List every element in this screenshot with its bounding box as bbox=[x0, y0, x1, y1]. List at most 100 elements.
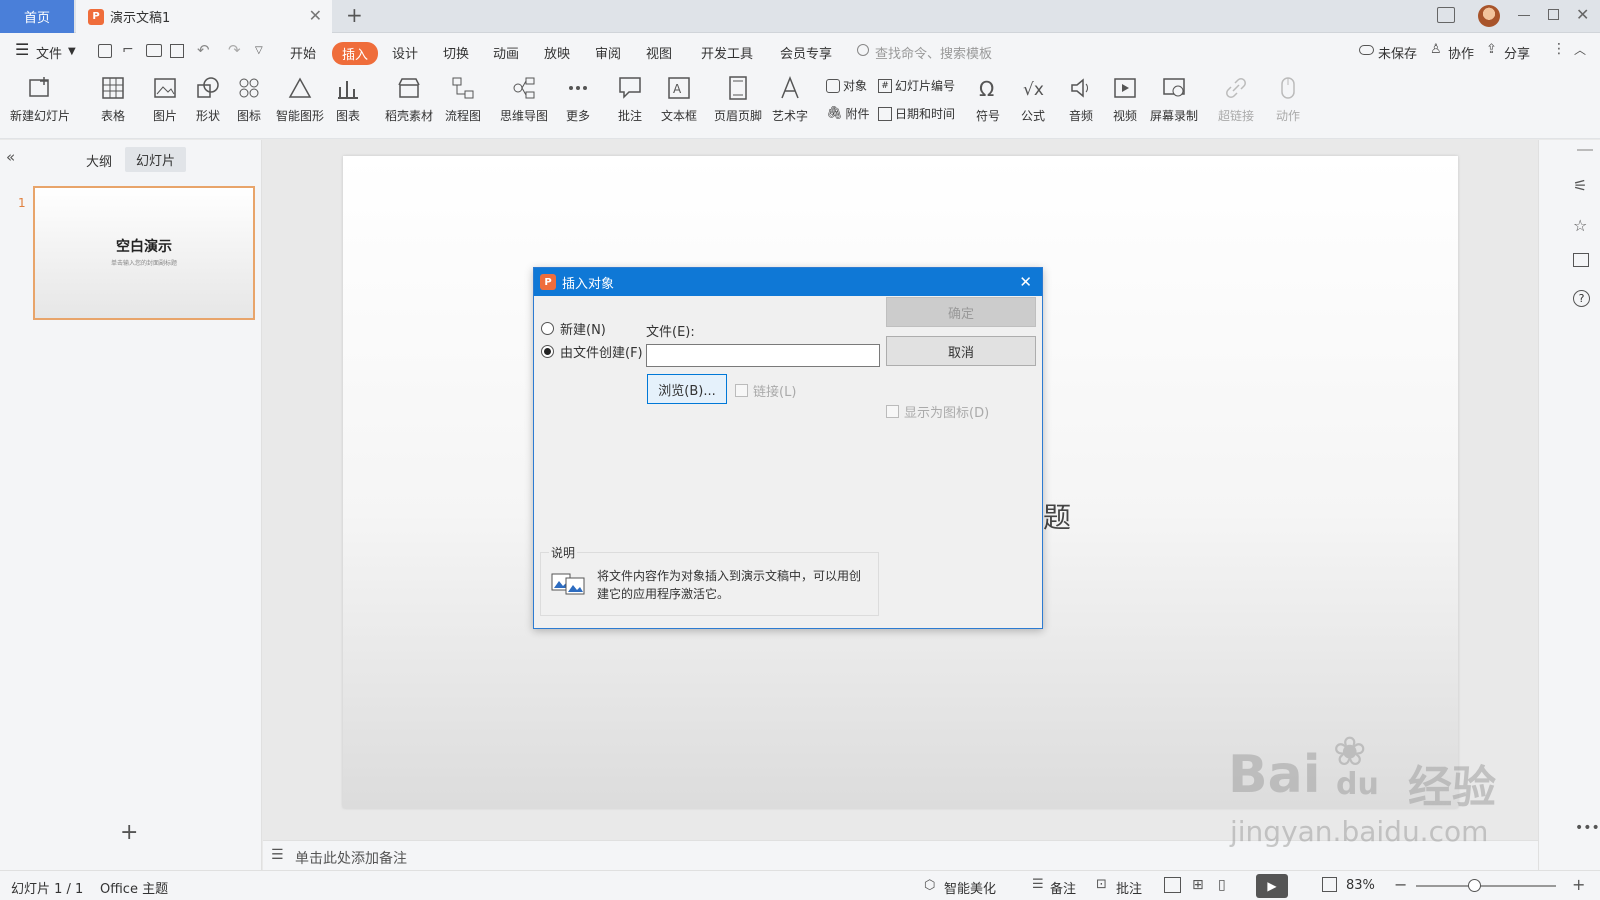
picture-button[interactable]: 图片 bbox=[152, 75, 178, 124]
collapse-panel-icon[interactable]: « bbox=[6, 148, 15, 166]
notes-placeholder[interactable]: 单击此处添加备注 bbox=[295, 848, 407, 868]
cancel-button[interactable]: 取消 bbox=[886, 336, 1036, 366]
textbox-button[interactable]: A 文本框 bbox=[661, 75, 697, 124]
zoom-slider-thumb[interactable] bbox=[1468, 879, 1481, 892]
flowchart-button[interactable]: 流程图 bbox=[445, 75, 481, 124]
link-checkbox[interactable]: 链接(L) bbox=[735, 381, 796, 400]
wordart-button[interactable]: 艺术字 bbox=[772, 75, 808, 124]
radio-create-new[interactable]: 新建(N) bbox=[541, 319, 606, 338]
link-checkbox-box[interactable] bbox=[735, 384, 748, 397]
attachment-button[interactable]: 🖇 附件 bbox=[826, 105, 870, 122]
pin-icon[interactable]: ☆ bbox=[1573, 216, 1587, 235]
radio-file-icon[interactable] bbox=[541, 345, 554, 358]
symbol-button[interactable]: Ω 符号 bbox=[975, 75, 1001, 124]
more-vertical-icon[interactable]: ⋮ bbox=[1552, 41, 1566, 57]
comment-toggle[interactable]: 批注 bbox=[1116, 878, 1142, 897]
menu-developer[interactable]: 开发工具 bbox=[701, 43, 753, 62]
menu-insert[interactable]: 插入 bbox=[332, 42, 379, 65]
quick-access-more-icon[interactable]: ▽ bbox=[255, 45, 263, 56]
show-as-icon-checkbox[interactable]: 显示为图标(D) bbox=[886, 402, 989, 421]
more-horizontal-icon[interactable]: ••• bbox=[1575, 820, 1600, 836]
tab-outline[interactable]: 大纲 bbox=[86, 151, 112, 170]
print-icon[interactable] bbox=[146, 44, 162, 57]
menu-animation[interactable]: 动画 bbox=[493, 43, 519, 62]
object-button[interactable]: 对象 bbox=[826, 77, 867, 94]
avatar[interactable] bbox=[1478, 5, 1500, 27]
zoom-in-button[interactable]: + bbox=[1572, 875, 1585, 894]
beautify-button[interactable]: 智能美化 bbox=[944, 878, 996, 897]
action-button[interactable]: 动作 bbox=[1275, 75, 1301, 124]
file-path-input[interactable] bbox=[646, 344, 880, 367]
format-painter-icon[interactable]: ⌐ bbox=[122, 42, 134, 58]
menu-slideshow[interactable]: 放映 bbox=[544, 43, 570, 62]
chevron-down-icon[interactable]: ▼ bbox=[68, 46, 76, 57]
screen-record-button[interactable]: 屏幕录制 bbox=[1150, 75, 1198, 124]
browse-button[interactable]: 浏览(B)... bbox=[647, 374, 727, 404]
tab-home[interactable]: 首页 bbox=[0, 0, 74, 33]
slide-number-button[interactable]: # 幻灯片编号 bbox=[878, 77, 955, 94]
dialog-close-icon[interactable]: ✕ bbox=[1019, 273, 1032, 291]
slide-title-placeholder[interactable]: 题 bbox=[1043, 496, 1071, 536]
minimize-icon[interactable] bbox=[1518, 15, 1530, 16]
hamburger-icon[interactable]: ☰ bbox=[15, 40, 29, 59]
reading-view-icon[interactable]: ▯ bbox=[1218, 877, 1226, 893]
comment-button[interactable]: 批注 bbox=[617, 75, 643, 124]
menu-member[interactable]: 会员专享 bbox=[780, 43, 832, 62]
undo-icon[interactable]: ↶ bbox=[197, 41, 210, 59]
collapse-ribbon-icon[interactable]: ︿ bbox=[1574, 41, 1586, 58]
share-button[interactable]: 分享 bbox=[1504, 43, 1530, 62]
command-search[interactable]: 查找命令、搜索模板 bbox=[875, 43, 992, 62]
close-tab-icon[interactable]: ✕ bbox=[309, 6, 322, 25]
theme-name[interactable]: Office 主题 bbox=[100, 878, 168, 897]
menu-review[interactable]: 审阅 bbox=[595, 43, 621, 62]
datetime-button[interactable]: 日期和时间 bbox=[878, 105, 955, 122]
print-preview-icon[interactable] bbox=[170, 44, 184, 58]
ok-button[interactable]: 确定 bbox=[886, 297, 1036, 327]
fit-window-icon[interactable] bbox=[1322, 877, 1337, 892]
collab-button[interactable]: 协作 bbox=[1448, 43, 1474, 62]
audio-button[interactable]: 音频 bbox=[1068, 75, 1094, 124]
chart-button[interactable]: 图表 bbox=[335, 75, 361, 124]
redo-icon[interactable]: ↷ bbox=[228, 41, 241, 59]
settings-sliders-icon[interactable]: ⚟ bbox=[1573, 176, 1587, 195]
grid-view-icon[interactable]: ⊞ bbox=[1192, 877, 1204, 893]
add-slide-button[interactable]: + bbox=[120, 820, 138, 845]
table-button[interactable]: 表格 bbox=[100, 75, 126, 124]
menu-file[interactable]: 文件 bbox=[36, 43, 62, 62]
save-icon[interactable] bbox=[98, 44, 112, 58]
zoom-slider[interactable] bbox=[1416, 879, 1556, 892]
zoom-level[interactable]: 83% bbox=[1346, 878, 1375, 893]
header-footer-button[interactable]: 页眉页脚 bbox=[714, 75, 762, 124]
play-button[interactable]: ▶ bbox=[1256, 874, 1288, 898]
normal-view-icon[interactable] bbox=[1164, 877, 1181, 893]
slide-thumbnail[interactable]: 空白演示 单击输入您的封面副标题 bbox=[33, 186, 255, 320]
unsaved-status[interactable]: 未保存 bbox=[1378, 43, 1417, 62]
window-layout-icon[interactable] bbox=[1437, 7, 1455, 23]
shape-button[interactable]: 形状 bbox=[195, 75, 221, 124]
new-tab-button[interactable]: + bbox=[346, 3, 363, 27]
zoom-out-button[interactable]: − bbox=[1394, 875, 1407, 894]
mindmap-button[interactable]: 思维导图 bbox=[500, 75, 548, 124]
material-button[interactable]: 稻壳素材 bbox=[385, 75, 433, 124]
video-button[interactable]: 视频 bbox=[1112, 75, 1138, 124]
tab-slides[interactable]: 幻灯片 bbox=[125, 147, 187, 172]
new-slide-button[interactable]: 新建幻灯片 bbox=[10, 75, 70, 124]
menu-view[interactable]: 视图 bbox=[646, 43, 672, 62]
menu-transition[interactable]: 切换 bbox=[443, 43, 469, 62]
radio-from-file[interactable]: 由文件创建(F) bbox=[541, 342, 643, 361]
layout-icon[interactable] bbox=[1573, 253, 1589, 267]
icon-button[interactable]: 图标 bbox=[236, 75, 262, 124]
notes-toggle[interactable]: 备注 bbox=[1050, 878, 1076, 897]
tab-document[interactable]: P 演示文稿1 ✕ bbox=[76, 0, 332, 33]
vertical-scrollbar[interactable] bbox=[1528, 140, 1538, 840]
hyperlink-button[interactable]: 超链接 bbox=[1218, 75, 1254, 124]
help-icon[interactable]: ? bbox=[1573, 290, 1590, 307]
smart-art-button[interactable]: 智能图形 bbox=[276, 75, 324, 124]
show-as-icon-box[interactable] bbox=[886, 405, 899, 418]
formula-button[interactable]: √x 公式 bbox=[1020, 75, 1046, 124]
more-button[interactable]: 更多 bbox=[565, 75, 591, 124]
restore-icon[interactable] bbox=[1548, 9, 1559, 20]
menu-start[interactable]: 开始 bbox=[290, 43, 316, 62]
menu-design[interactable]: 设计 bbox=[392, 43, 418, 62]
close-window-icon[interactable]: ✕ bbox=[1576, 5, 1589, 24]
